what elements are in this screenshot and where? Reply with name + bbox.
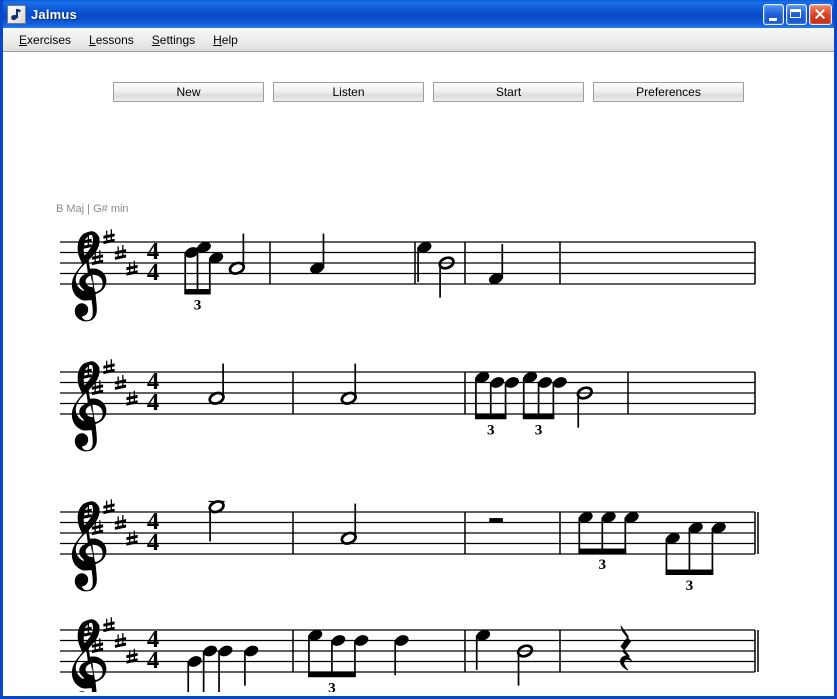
menu-mnemonic: E <box>19 32 28 47</box>
note-quarter <box>394 635 409 676</box>
tuplet-number: 3 <box>487 421 495 438</box>
staff-system: 44 3 3 <box>60 359 756 452</box>
tuplet-number: 3 <box>599 556 607 573</box>
note-half <box>340 363 357 405</box>
note-half <box>340 503 357 545</box>
title-bar-left: Jalmus <box>7 4 763 24</box>
note-half <box>208 363 225 405</box>
menu-item-label: xercises <box>27 32 72 47</box>
menu-item-help[interactable]: Help <box>204 30 247 50</box>
staff-system: 44 3 3 <box>60 499 759 594</box>
tuplet-number: 3 <box>535 421 543 438</box>
beam <box>308 671 356 678</box>
note-quarter <box>475 629 491 670</box>
beam <box>475 413 507 420</box>
staff-system: 4433 <box>60 617 759 692</box>
note-half <box>228 233 246 275</box>
menu-item-exercises[interactable]: Exercises <box>10 30 80 50</box>
beam <box>184 289 211 295</box>
tuplet-group: 3 <box>184 241 224 314</box>
tuplet-group: 3 <box>665 522 726 594</box>
client-area: New Listen Start Preferences B Maj | G# … <box>3 52 834 696</box>
half-rest-icon <box>489 518 503 523</box>
menu-mnemonic: S <box>151 32 160 47</box>
window-title: Jalmus <box>31 6 78 22</box>
beam <box>522 413 555 420</box>
close-button[interactable] <box>809 3 832 25</box>
note-quarter <box>417 241 432 282</box>
time-signature: 44 <box>147 368 159 416</box>
menu-item-lessons[interactable]: Lessons <box>80 30 143 50</box>
time-signature: 44 <box>147 626 159 674</box>
time-signature: 44 <box>147 238 159 286</box>
score-canvas: 443443344334433 <box>60 229 759 692</box>
sharp-icon <box>114 633 127 648</box>
sharp-icon <box>103 617 115 633</box>
menu-mnemonic: H <box>213 32 222 47</box>
time-signature-denominator: 4 <box>147 259 159 286</box>
minimize-button[interactable] <box>763 3 784 25</box>
tuplet-number: 3 <box>328 679 336 692</box>
menu-item-label: elp <box>221 32 238 47</box>
staff-system: 44 3 <box>60 229 756 322</box>
music-score: 443443344334433 <box>3 52 834 692</box>
application-window: Jalmus Exercises Lessons Settings Help N… <box>0 0 837 699</box>
tuplet-group: 3 <box>522 371 567 438</box>
note-quarter <box>310 233 325 274</box>
note-half <box>576 386 593 428</box>
note-half <box>438 256 455 298</box>
tuplet-number: 3 <box>194 297 202 314</box>
title-bar: Jalmus <box>3 0 834 28</box>
minimize-icon <box>769 17 777 21</box>
maximize-button[interactable] <box>786 3 807 25</box>
beam <box>665 569 714 575</box>
menu-item-settings[interactable]: Settings <box>143 30 204 50</box>
maximize-icon <box>790 8 801 18</box>
time-signature-denominator: 4 <box>147 389 159 416</box>
tuplet-group: 3 <box>308 629 369 692</box>
note-quarter <box>488 244 504 285</box>
sharp-icon <box>114 245 127 260</box>
time-signature: 44 <box>147 508 159 556</box>
menu-bar: Exercises Lessons Settings Help <box>3 28 834 52</box>
menu-item-label: essons <box>95 32 134 47</box>
tuplet-group: 3 <box>475 371 519 438</box>
beam <box>578 548 627 554</box>
note-half <box>208 500 225 542</box>
sharp-icon <box>114 515 127 530</box>
sharp-icon <box>114 375 127 390</box>
menu-item-label: ettings <box>159 32 196 47</box>
window-controls <box>763 3 832 25</box>
quarter-rest-icon <box>620 625 632 671</box>
menu-mnemonic: L <box>89 32 96 47</box>
tuplet-group: 3 <box>578 511 639 573</box>
note-half <box>516 644 534 686</box>
note-quarter <box>244 645 259 686</box>
music-note-icon <box>7 4 26 24</box>
sharp-icon <box>103 229 115 245</box>
sharp-icon <box>103 359 115 375</box>
tuplet-number: 3 <box>686 577 694 594</box>
time-signature-denominator: 4 <box>147 647 159 674</box>
time-signature-denominator: 4 <box>147 529 159 556</box>
sharp-icon <box>103 499 115 515</box>
